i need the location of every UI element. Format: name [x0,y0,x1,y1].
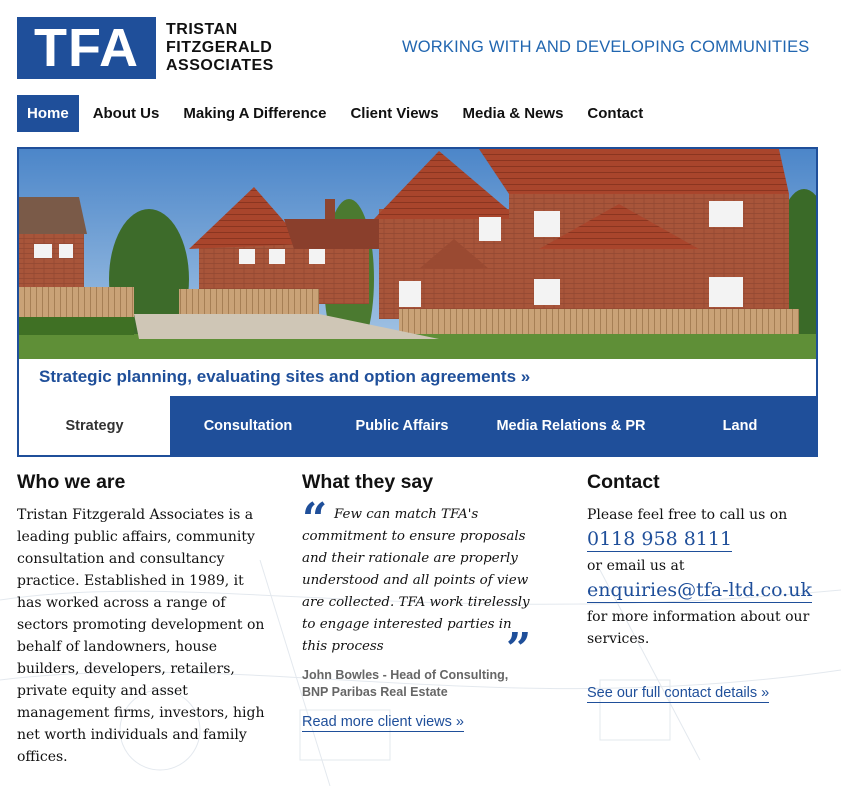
who-we-are-section: Who we are Tristan Fitzgerald Associates… [17,471,267,768]
read-more-client-views-link[interactable]: Read more client views » [302,713,464,732]
open-quote-icon: “ [302,494,328,545]
logo-mark: TFA [17,17,156,79]
contact-or-email: or email us at [587,558,685,574]
nav-media-news[interactable]: Media & News [451,95,576,132]
testimonial-section: What they say “ Few can match TFA's comm… [302,471,542,732]
close-quote-icon: ” [506,624,532,675]
nav-client-views[interactable]: Client Views [338,95,450,132]
contact-intro: Please feel free to call us on [587,507,788,523]
logo-line-3: ASSOCIATES [166,57,274,74]
contact-details-link[interactable]: See our full contact details » [587,684,770,703]
logo-line-2: FITZGERALD [166,39,273,56]
site-logo[interactable]: TFA TRISTAN FITZGERALD ASSOCIATES [17,17,274,79]
tab-land[interactable]: Land [664,396,816,455]
nav-about-us[interactable]: About Us [81,95,172,132]
tab-media-relations-pr[interactable]: Media Relations & PR [478,396,664,455]
email-link[interactable]: enquiries@tfa-ltd.co.uk [587,578,812,603]
contact-heading: Contact [587,471,660,493]
tab-public-affairs[interactable]: Public Affairs [326,396,478,455]
service-tabs: Strategy Consultation Public Affairs Med… [19,396,816,455]
hero-housing-photo [19,149,816,359]
main-nav: Home About Us Making A Difference Client… [17,95,655,132]
nav-contact[interactable]: Contact [575,95,655,132]
testimonial-quote: “ Few can match TFA's commitment to ensu… [302,498,542,672]
nav-home[interactable]: Home [17,95,79,132]
tab-strategy[interactable]: Strategy [19,396,170,455]
phone-link[interactable]: 0118 958 8111 [587,527,733,552]
site-tagline: WORKING WITH AND DEVELOPING COMMUNITIES [402,38,810,56]
quote-text: Few can match TFA's commitment to ensure… [302,507,530,654]
who-body: Tristan Fitzgerald Associates is a leadi… [17,507,265,765]
who-heading: Who we are [17,471,126,493]
say-heading: What they say [302,471,434,493]
logo-wordmark: TRISTAN FITZGERALD ASSOCIATES [166,21,274,75]
quote-author-company: BNP Paribas Real Estate [302,685,448,699]
nav-making-a-difference[interactable]: Making A Difference [171,95,338,132]
contact-section: Contact Please feel free to call us on 0… [587,471,827,703]
tab-consultation[interactable]: Consultation [170,396,326,455]
logo-line-1: TRISTAN [166,21,238,38]
contact-more-info: for more information about our services. [587,609,810,647]
hero-caption-link[interactable]: Strategic planning, evaluating sites and… [39,367,530,387]
hero-panel: Strategic planning, evaluating sites and… [17,147,818,457]
